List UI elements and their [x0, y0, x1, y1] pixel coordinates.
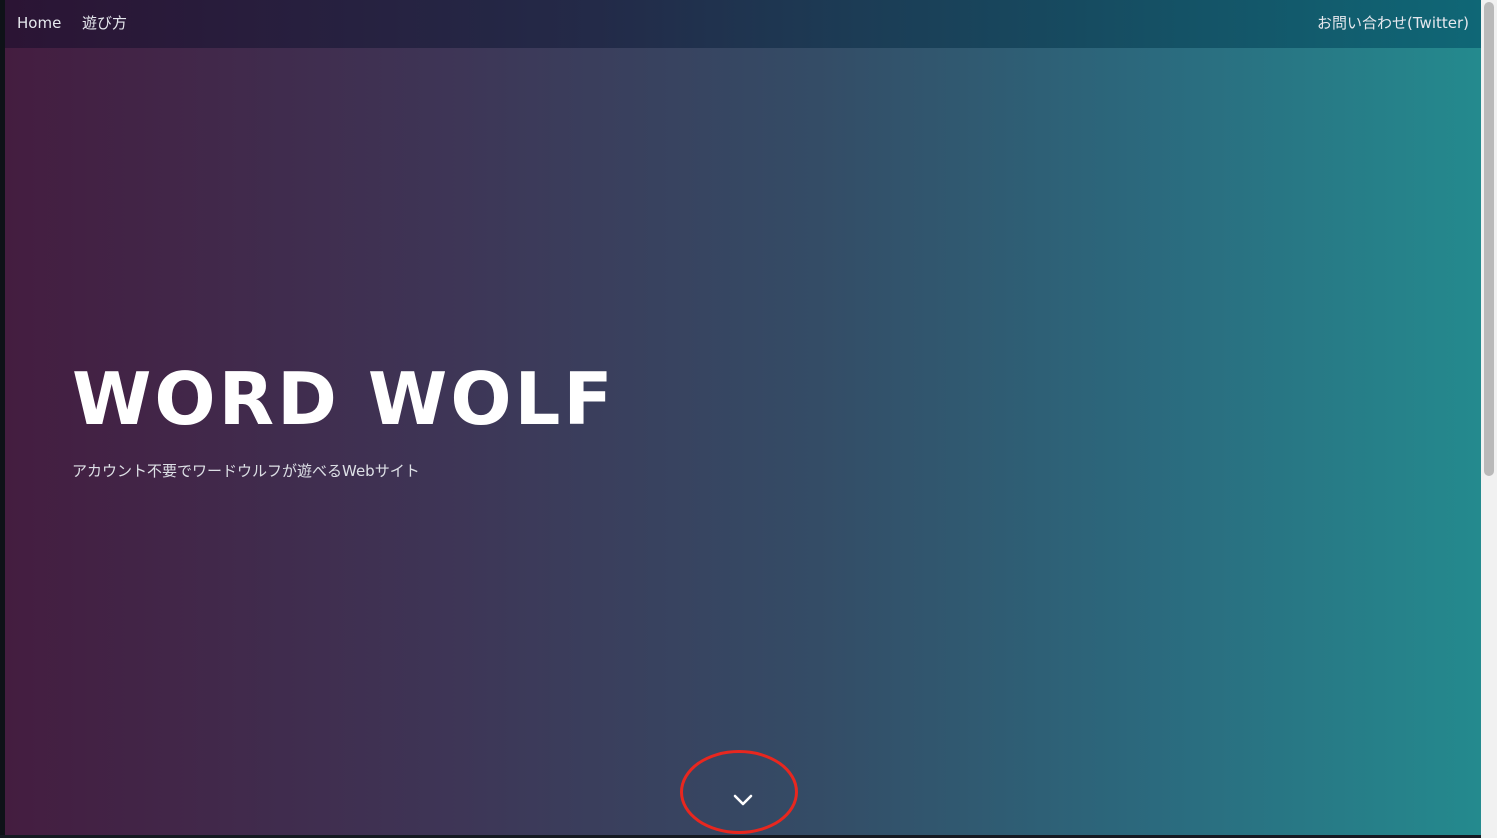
hero-title: WORD WOLF [72, 357, 616, 441]
top-navbar: Home 遊び方 お問い合わせ(Twitter) [5, 0, 1481, 48]
hero-subtitle: アカウント不要でワードウルフが遊べるWebサイト [72, 462, 420, 480]
page-viewport: Home 遊び方 お問い合わせ(Twitter) WORD WOLF アカウント… [5, 0, 1481, 835]
nav-contact-twitter-link[interactable]: お問い合わせ(Twitter) [1317, 0, 1469, 46]
nav-how-to-play-link[interactable]: 遊び方 [82, 0, 127, 46]
scroll-down-button[interactable] [723, 783, 763, 817]
scrollbar-thumb[interactable] [1484, 2, 1494, 476]
nav-home-link[interactable]: Home [17, 0, 61, 46]
chevron-down-icon [733, 794, 753, 806]
